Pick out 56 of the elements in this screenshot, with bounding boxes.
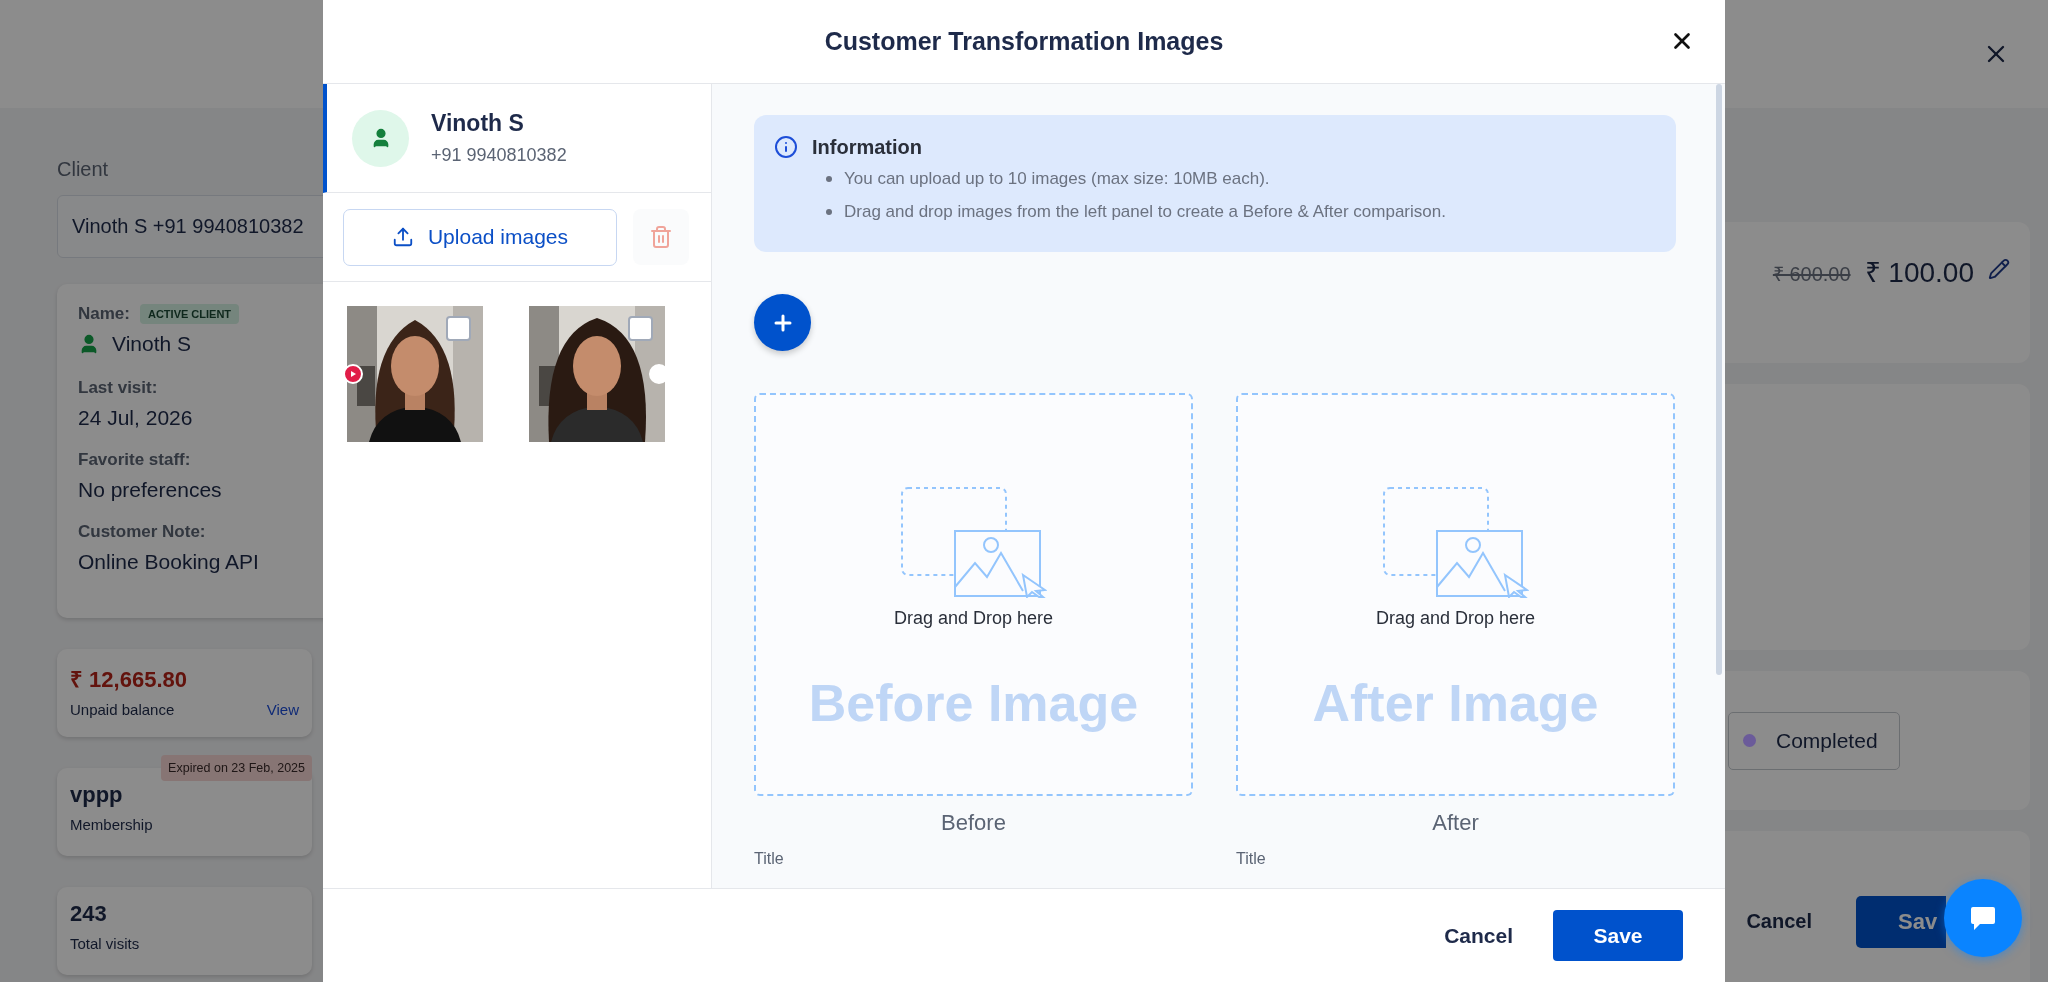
add-button[interactable] bbox=[754, 294, 811, 351]
current-price: ₹ 100.00 bbox=[1864, 256, 1974, 290]
field-value: Online Booking API bbox=[78, 550, 260, 574]
stat-label: Membership bbox=[70, 816, 153, 833]
client-phone: +91 9940810382 bbox=[431, 145, 567, 166]
edit-icon[interactable] bbox=[1988, 258, 2010, 280]
drop-watermark: Before Image bbox=[808, 673, 1139, 733]
drop-zone[interactable]: Drag and Drop here After Image bbox=[1236, 393, 1675, 796]
image-drop-icon bbox=[1382, 487, 1529, 598]
drop-hint: Drag and Drop here bbox=[893, 608, 1054, 629]
drop-zone[interactable]: Drag and Drop here Before Image bbox=[754, 393, 1193, 796]
info-text: You can upload up to 10 images (max size: 10MB each). bbox=[844, 169, 1270, 188]
field-value: No preferences bbox=[78, 478, 223, 502]
stat-value: 243 bbox=[70, 901, 108, 927]
save-button[interactable]: Sav bbox=[1856, 895, 1946, 948]
field-value: 24 Jul, 2026 bbox=[78, 406, 194, 430]
field-label: Favorite staff: bbox=[78, 450, 192, 470]
bullet-icon bbox=[826, 208, 832, 215]
stat-label: Total visits bbox=[70, 935, 140, 952]
upload-button[interactable]: Upload images bbox=[343, 208, 617, 266]
upload-icon bbox=[391, 226, 414, 248]
client-name: Vinoth S bbox=[431, 110, 525, 137]
chat-icon bbox=[1969, 904, 1997, 932]
status-badge: ACTIVE CLIENT bbox=[139, 304, 240, 324]
play-icon[interactable] bbox=[343, 364, 363, 384]
stat-value: ₹ 12,665.80 bbox=[70, 666, 188, 693]
status-pill[interactable]: Completed bbox=[1728, 711, 1900, 770]
expired-badge: Expired on 23 Feb, 2025 bbox=[161, 755, 312, 781]
checkbox[interactable] bbox=[446, 316, 471, 341]
drop-hint: Drag and Drop here bbox=[1375, 608, 1536, 629]
save-button[interactable]: Save bbox=[1553, 910, 1683, 961]
bullet-icon bbox=[826, 175, 832, 182]
field-label: Last visit: bbox=[78, 378, 159, 398]
slot-label: Before bbox=[941, 810, 1006, 836]
trash-icon bbox=[649, 225, 673, 249]
title-label: Title bbox=[754, 850, 784, 868]
original-price: ₹ 600.00 bbox=[1772, 262, 1851, 287]
info-icon bbox=[774, 135, 798, 159]
field-label: Customer Note: bbox=[78, 522, 207, 542]
checkbox[interactable] bbox=[628, 316, 653, 341]
client-name: Vinoth S bbox=[112, 332, 191, 356]
info-title: Information bbox=[812, 135, 922, 159]
client-item[interactable]: Vinoth S +91 9940810382 bbox=[323, 84, 711, 193]
modal-title: Customer Transformation Images bbox=[824, 27, 1224, 56]
cancel-button[interactable]: Cancel bbox=[1444, 923, 1513, 948]
stat-label: Unpaid balance bbox=[70, 701, 175, 718]
info-text: Drag and drop images from the left panel to create a Before & After comparison. bbox=[844, 202, 1446, 221]
view-link[interactable]: View bbox=[266, 701, 299, 718]
cancel-button[interactable]: Cancel bbox=[1746, 910, 1812, 933]
drop-watermark: After Image bbox=[1312, 673, 1599, 733]
stat-value: vppp bbox=[70, 782, 124, 808]
image-drop-icon bbox=[900, 487, 1047, 598]
client-label: Client bbox=[57, 158, 110, 181]
name-label: Name: bbox=[78, 304, 130, 324]
title-label: Title bbox=[1236, 850, 1266, 868]
slot-label: After bbox=[1432, 810, 1479, 836]
